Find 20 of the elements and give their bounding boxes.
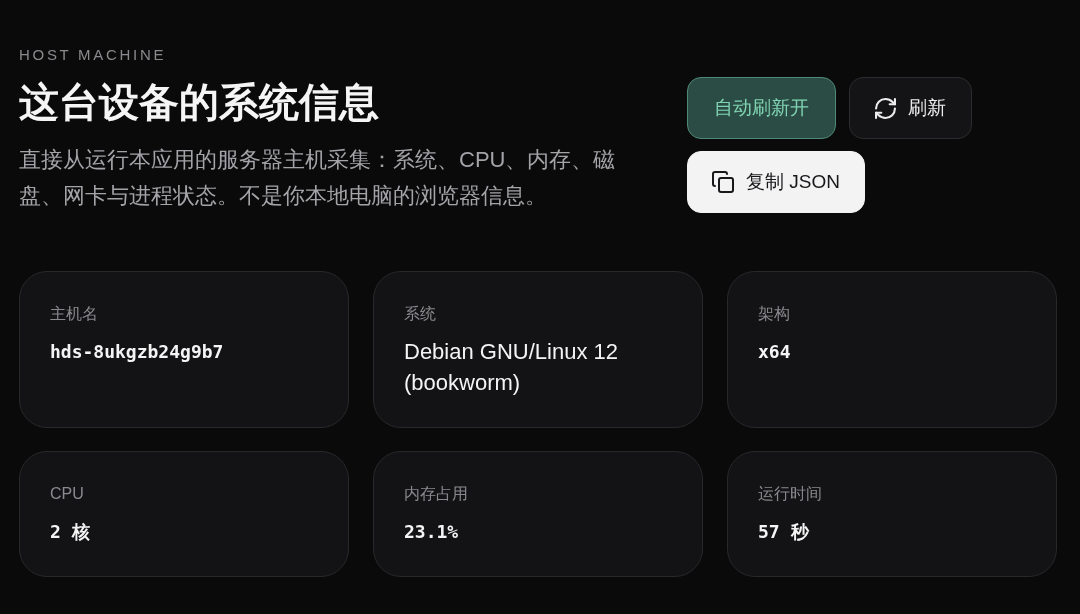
page-description: 直接从运行本应用的服务器主机采集：系统、CPU、内存、磁盘、网卡与进程状态。不是你本地电脑的浏览器信息。 — [19, 146, 617, 210]
card-value: 2 核 — [50, 520, 90, 544]
card-label: 系统 — [404, 304, 436, 324]
card-label: CPU — [50, 484, 84, 504]
card-value: 23.1% — [404, 520, 459, 544]
card-label: 运行时间 — [758, 484, 822, 504]
copy-icon — [712, 171, 734, 193]
auto-refresh-toggle[interactable]: 自动刷新开 — [687, 77, 836, 139]
eyebrow-label: HOST MACHINE — [19, 45, 167, 65]
card-value: hds-8ukgzb24g9b7 — [50, 340, 224, 364]
refresh-icon — [875, 97, 896, 119]
copy-json-button[interactable]: 复制 JSON — [687, 151, 865, 213]
card-label: 主机名 — [50, 304, 98, 324]
card-value: x64 — [758, 340, 791, 364]
refresh-button[interactable]: 刷新 — [849, 77, 972, 139]
card-value: 57 秒 — [758, 520, 809, 544]
page-title: 这台设备的系统信息 — [19, 79, 379, 126]
card-value: Debian GNU/Linux 12 (bookworm) — [404, 338, 619, 397]
card-label: 架构 — [758, 304, 790, 324]
card-label: 内存占用 — [404, 484, 468, 504]
